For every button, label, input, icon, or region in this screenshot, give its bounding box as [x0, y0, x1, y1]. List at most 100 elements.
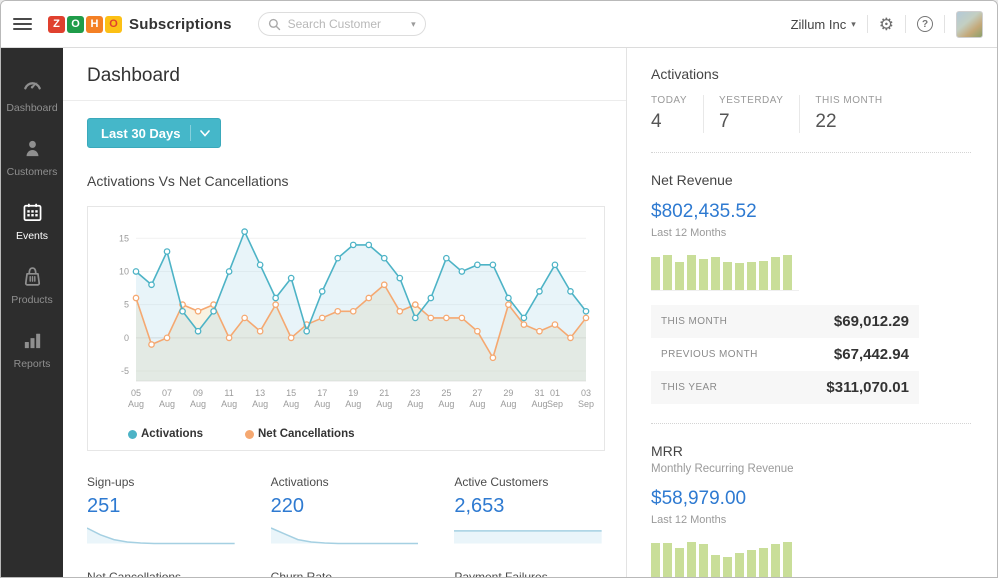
activation-stat-yesterday: YESTERDAY 7 [703, 95, 799, 133]
divider [867, 15, 868, 33]
kpi-value: 251 [87, 495, 235, 518]
legend-label: Net Cancellations [258, 428, 355, 440]
svg-text:03Sep: 03Sep [578, 388, 594, 409]
legend-item[interactable]: Activations [128, 428, 203, 440]
chart-legend: Activations Net Cancellations [96, 426, 596, 440]
chart-card: -505101505Aug07Aug09Aug11Aug13Aug15Aug17… [87, 206, 605, 451]
revenue-row-value: $311,070.01 [826, 379, 909, 396]
right-panel: Activations TODAY4YESTERDAY7THIS MONTH22… [627, 48, 997, 578]
avatar[interactable] [956, 11, 983, 38]
mini-bar [771, 544, 780, 577]
mini-bar [771, 257, 780, 291]
stat-label: YESTERDAY [719, 95, 783, 106]
legend-item[interactable]: Net Cancellations [245, 428, 355, 440]
search-placeholder: Search Customer [288, 17, 404, 31]
person-icon [21, 137, 44, 160]
mini-bar [651, 543, 660, 577]
mini-bar [663, 255, 672, 290]
stat-label: THIS MONTH [815, 95, 882, 106]
revenue-row-this-year: THIS YEAR $311,070.01 [651, 371, 919, 404]
zoho-logo[interactable]: ZOHO [48, 16, 122, 33]
date-range-label: Last 30 Days [101, 126, 181, 141]
svg-text:25Aug: 25Aug [438, 388, 454, 409]
legend-dot [128, 430, 137, 439]
kpi-net-cancellations: Net Cancellations83 [87, 570, 235, 578]
stat-label: TODAY [651, 95, 687, 106]
gear-icon[interactable]: ⚙ [879, 16, 894, 33]
kpi-label: Payment Failures [454, 570, 602, 578]
activation-stat-today: TODAY 4 [651, 95, 703, 133]
kpi-sparkline [87, 526, 235, 546]
sidebar-item-customers[interactable]: Customers [1, 126, 63, 190]
topbar: ZOHO Subscriptions Search Customer ▾ Zil… [1, 1, 997, 48]
mini-bar [663, 543, 672, 577]
svg-text:31Aug: 31Aug [531, 388, 547, 409]
revenue-row-this-month: THIS MONTH $69,012.29 [651, 305, 919, 338]
app-body: DashboardCustomersEventsProductsReports … [1, 48, 997, 578]
org-name: Zillum Inc [791, 17, 847, 32]
zoho-logo-tile: O [67, 16, 84, 33]
revenue-row-value: $67,442.94 [834, 346, 909, 363]
mini-bar [783, 542, 792, 577]
search-icon [268, 18, 281, 31]
revenue-row-label: PREVIOUS MONTH [661, 349, 758, 360]
mini-bar [699, 544, 708, 577]
divider [651, 152, 971, 153]
revenue-row-label: THIS MONTH [661, 316, 727, 327]
main-content: Dashboard Last 30 Days Activations Vs Ne… [63, 48, 627, 578]
chevron-down-icon [200, 130, 210, 137]
app-window: ZOHO Subscriptions Search Customer ▾ Zil… [0, 0, 998, 578]
activations-summary: TODAY 4 YESTERDAY 7 THIS MONTH 22 [651, 95, 971, 133]
kpi-sign-ups: Sign-ups251 [87, 475, 235, 546]
mini-bar [735, 553, 744, 577]
sidebar-item-events[interactable]: Events [1, 190, 63, 254]
divider [944, 15, 945, 33]
search-chevron-down-icon[interactable]: ▾ [411, 19, 416, 30]
sidebar-item-reports[interactable]: Reports [1, 318, 63, 382]
mini-bar [711, 555, 720, 577]
mini-bar [759, 548, 768, 577]
stat-value: 22 [815, 111, 882, 133]
main-body: Last 30 Days Activations Vs Net Cancella… [63, 101, 626, 578]
topbar-right: Zillum Inc ▾ ⚙ ? [791, 11, 983, 38]
activations-vs-cancellations-chart: -505101505Aug07Aug09Aug11Aug13Aug15Aug17… [96, 215, 596, 421]
svg-text:5: 5 [124, 300, 129, 310]
mini-bar [747, 262, 756, 290]
net-revenue-title: Net Revenue [651, 172, 971, 188]
mini-bar [783, 255, 792, 290]
org-switcher[interactable]: Zillum Inc ▾ [791, 17, 856, 32]
svg-text:19Aug: 19Aug [345, 388, 361, 409]
svg-text:21Aug: 21Aug [376, 388, 392, 409]
sidebar-item-dashboard[interactable]: Dashboard [1, 62, 63, 126]
calendar-icon [21, 201, 44, 224]
gauge-icon [21, 73, 44, 96]
svg-text:-5: -5 [121, 366, 129, 376]
mini-bar [699, 259, 708, 290]
svg-text:13Aug: 13Aug [252, 388, 268, 409]
mini-bar [723, 262, 732, 290]
stat-value: 7 [719, 111, 783, 133]
kpi-label: Activations [271, 475, 419, 489]
revenue-row-label: THIS YEAR [661, 382, 717, 393]
help-icon[interactable]: ? [917, 16, 933, 32]
search-input[interactable]: Search Customer ▾ [258, 12, 426, 36]
revenue-row-value: $69,012.29 [834, 313, 909, 330]
mini-bar [687, 542, 696, 577]
menu-icon[interactable] [13, 18, 32, 31]
date-range-button[interactable]: Last 30 Days [87, 118, 221, 148]
sidebar-item-label: Dashboard [6, 102, 57, 114]
mrr-amount: $58,979.00 [651, 488, 971, 510]
mini-bar [711, 257, 720, 290]
kpi-active-customers: Active Customers2,653 [454, 475, 602, 546]
stat-value: 4 [651, 111, 687, 133]
mini-bar [759, 261, 768, 291]
mini-bar [723, 557, 732, 577]
mini-bar [747, 550, 756, 577]
mini-bar [735, 263, 744, 290]
mrr-bar-chart [651, 541, 799, 578]
sidebar-item-products[interactable]: Products [1, 254, 63, 318]
svg-text:09Aug: 09Aug [190, 388, 206, 409]
net-revenue-amount: $802,435.52 [651, 201, 971, 223]
kpi-label: Churn Rate [271, 570, 419, 578]
sidebar: Dashboard CustomersEventsProductsReports [1, 48, 63, 578]
